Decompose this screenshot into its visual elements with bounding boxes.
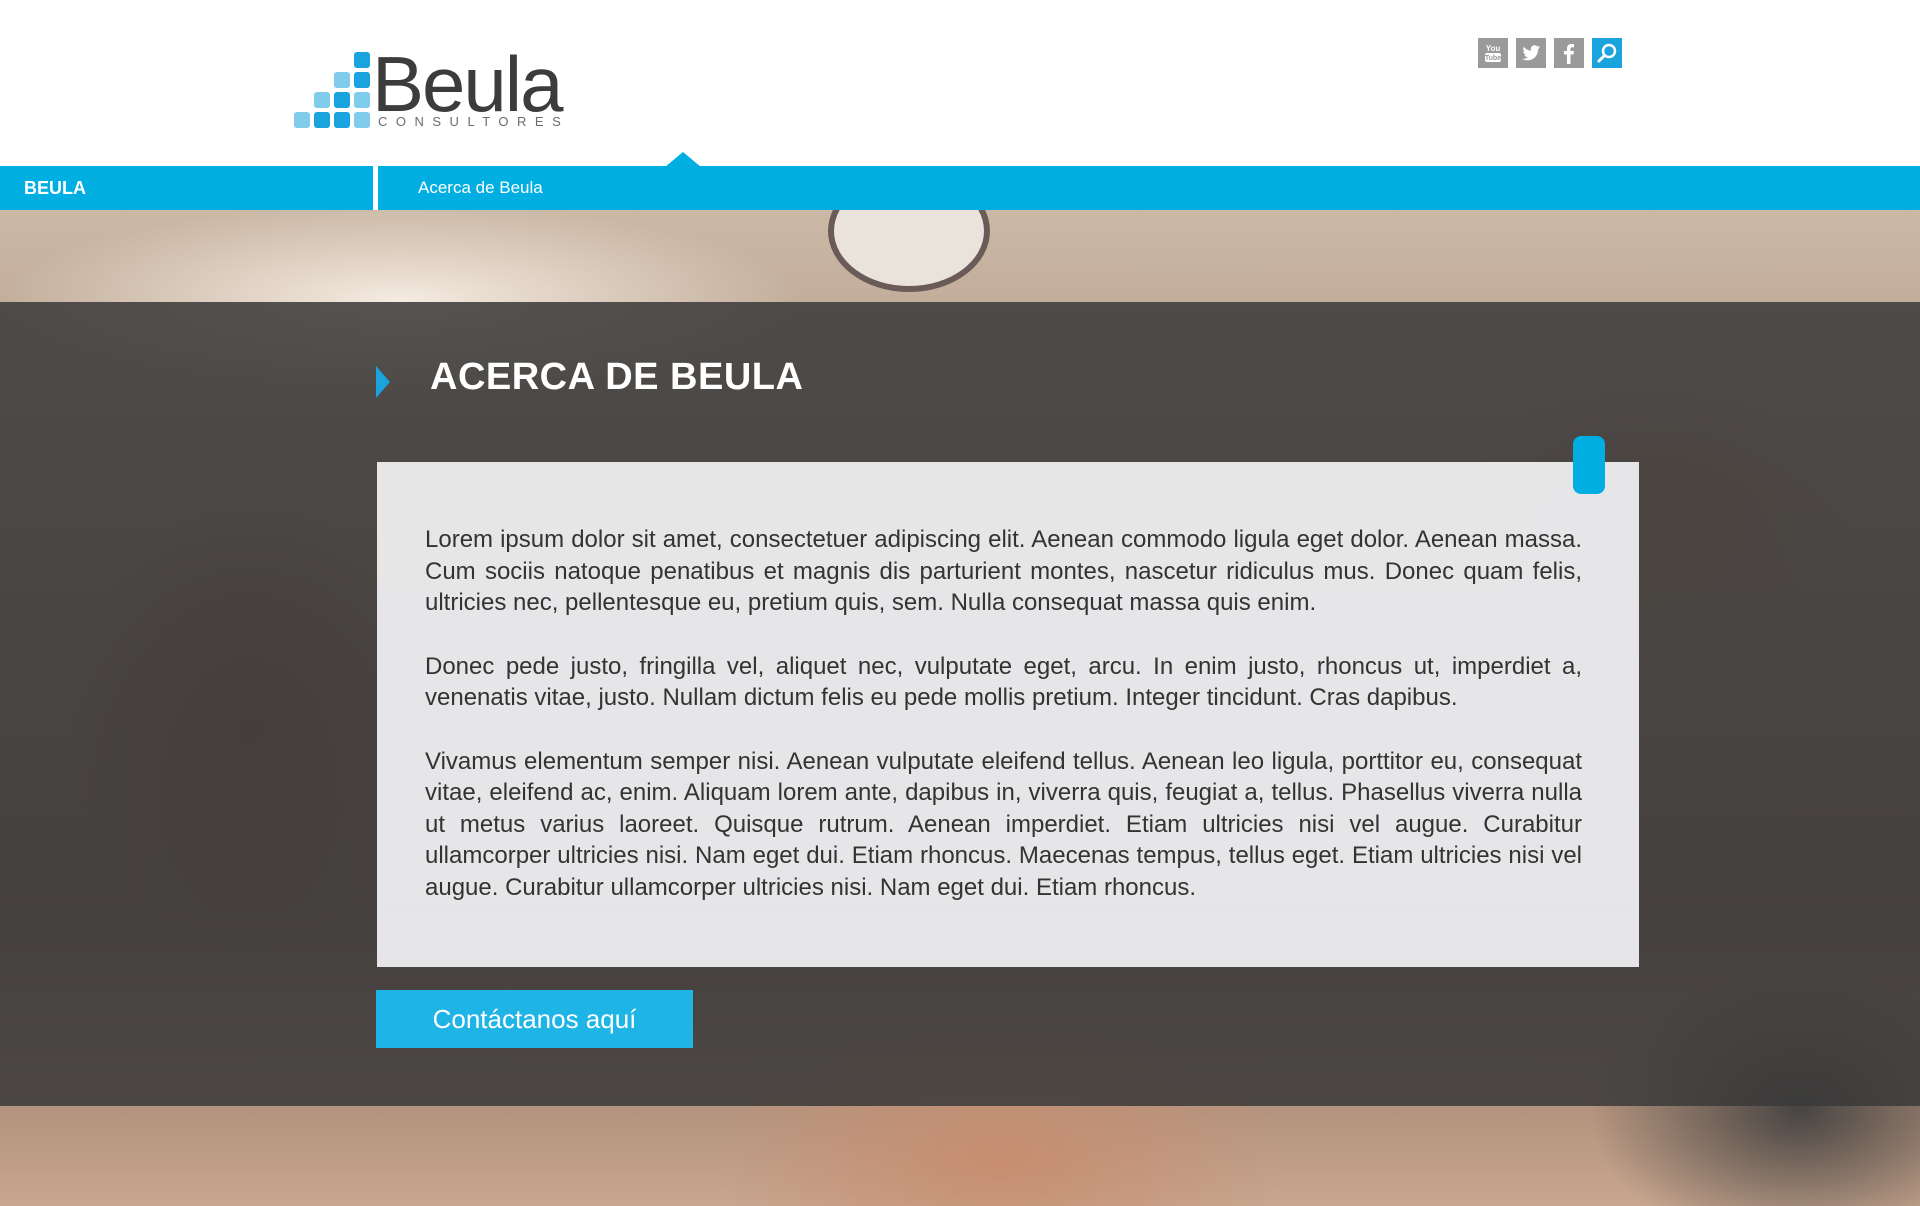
paragraph: Lorem ipsum dolor sit amet, consectetuer… (425, 526, 1582, 616)
contact-button[interactable]: Contáctanos aquí (376, 990, 693, 1048)
section-title: ACERCA DE BEULA (430, 356, 804, 398)
beula-logo[interactable]: Beula CONSULTORES (294, 40, 564, 130)
facebook-icon[interactable] (1554, 38, 1584, 68)
nav-brand-link[interactable]: BEULA (24, 166, 86, 210)
paragraph: Donec pede justo, fringilla vel, aliquet… (425, 652, 1582, 712)
section-arrow-icon (376, 366, 390, 398)
nav-item-acerca[interactable]: Acerca de Beula (418, 166, 543, 210)
site-header: Beula CONSULTORES You Tube (0, 0, 1920, 166)
content-text: Lorem ipsum dolor sit amet, consectetuer… (425, 524, 1582, 935)
card-bookmark-tab (1573, 436, 1605, 494)
main-nav: BEULA Acerca de Beula (0, 166, 1920, 210)
nav-divider (373, 166, 378, 210)
youtube-icon[interactable]: You Tube (1478, 38, 1508, 68)
nav-active-notch (665, 152, 701, 167)
social-links: You Tube (1478, 38, 1622, 68)
logo-grid-icon (294, 52, 374, 130)
background-clock (828, 210, 990, 292)
svg-text:You: You (1486, 44, 1501, 53)
search-icon[interactable] (1592, 38, 1622, 68)
logo-subtitle: CONSULTORES (378, 114, 570, 129)
svg-text:Tube: Tube (1485, 55, 1501, 62)
paragraph: Vivamus elementum semper nisi. Aenean vu… (425, 747, 1582, 901)
logo-wordmark: Beula (372, 40, 563, 128)
twitter-icon[interactable] (1516, 38, 1546, 68)
content-card: Lorem ipsum dolor sit amet, consectetuer… (377, 462, 1639, 967)
